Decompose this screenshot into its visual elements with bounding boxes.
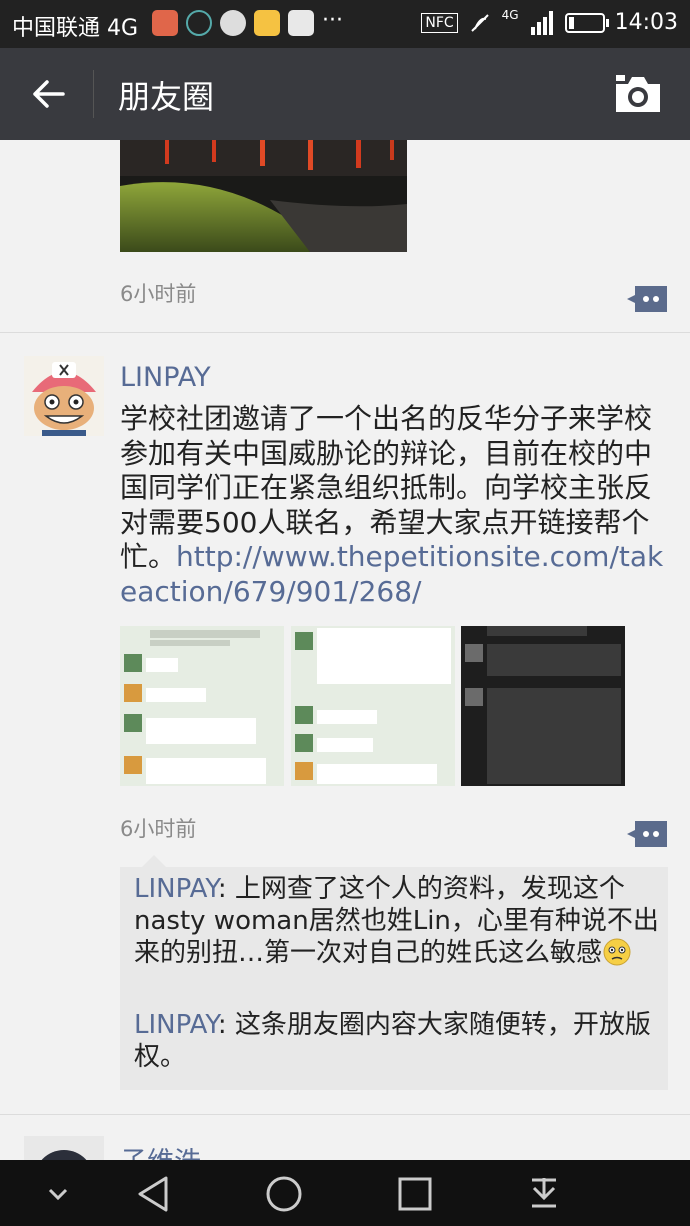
comment-author[interactable]: LINPAY xyxy=(134,1010,218,1040)
silent-icon xyxy=(470,13,489,32)
nav-recent-button[interactable] xyxy=(390,1172,438,1216)
chat-screenshot-2 xyxy=(291,626,455,786)
post-comment-button[interactable] xyxy=(627,821,667,847)
post-separator xyxy=(0,1114,690,1115)
title-bar: 朋友圈 xyxy=(0,48,690,140)
nav-notification-button[interactable] xyxy=(520,1172,568,1216)
post-text: 学校社团邀请了一个出名的反华分子来学校参加有关中国威胁论的辩论，目前在校的中国同… xyxy=(120,402,670,610)
night-scene-image xyxy=(120,140,407,252)
signal-icon xyxy=(530,10,553,35)
chat-screenshot-1 xyxy=(120,626,284,786)
comment-item[interactable]: LINPAY: 这条朋友圈内容大家随便转，开放版权。 xyxy=(134,1010,660,1073)
previous-post-image[interactable] xyxy=(120,140,407,252)
camera-button[interactable] xyxy=(614,74,662,114)
comment-author[interactable]: LINPAY xyxy=(134,874,218,904)
star-app-icon xyxy=(254,10,280,36)
map-app-icon xyxy=(288,10,314,36)
post-image-3[interactable] xyxy=(461,626,625,786)
petition-link[interactable]: http://www.thepetitionsite.com/takeactio… xyxy=(120,540,663,608)
arrow-left-icon xyxy=(33,80,65,108)
navigation-bar xyxy=(0,1160,690,1226)
post-separator xyxy=(0,332,690,333)
post-username[interactable]: LINPAY xyxy=(120,362,211,393)
nfc-icon: NFC xyxy=(421,12,458,33)
network-type-label: 4G xyxy=(501,7,519,22)
comment-separator: : xyxy=(217,1010,235,1040)
notification-down-icon xyxy=(532,1178,556,1208)
wechat-icon xyxy=(220,10,246,36)
back-button[interactable] xyxy=(28,72,68,116)
post-time: 6小时前 xyxy=(120,817,197,841)
post-image-2[interactable] xyxy=(291,626,455,786)
vpn-icon xyxy=(186,10,212,36)
chat-screenshot-3 xyxy=(461,626,625,786)
carrier-label: 中国联通 4G xyxy=(12,16,139,41)
triangle-back-icon xyxy=(138,1176,168,1212)
avatar-image xyxy=(24,1136,104,1160)
comment-dots-icon xyxy=(627,286,667,312)
title-divider xyxy=(93,70,94,118)
battery-icon xyxy=(564,12,609,33)
moments-feed[interactable]: 6小时前 LINPAY 学校社团邀请了一个出名的反华分子来学校参加有关中国威胁论… xyxy=(0,140,690,1160)
square-recent-icon xyxy=(398,1177,432,1211)
clock: 14:03 xyxy=(614,10,678,35)
camera-icon xyxy=(616,75,660,112)
comment-dots-icon xyxy=(627,821,667,847)
avatar-image xyxy=(24,356,104,436)
comment-item[interactable]: LINPAY: 上网查了这个人的资料，发现这个nasty woman居然也姓Li… xyxy=(134,874,660,970)
notification-icons: ··· xyxy=(152,10,343,36)
comment-separator: : xyxy=(217,874,235,904)
post-username[interactable]: 子维浩 xyxy=(120,1140,201,1160)
previous-post-time: 6小时前 xyxy=(120,282,197,306)
slight-frown-emoji-icon xyxy=(603,938,631,966)
page-title: 朋友圈 xyxy=(118,78,215,116)
previous-post-comment-button[interactable] xyxy=(627,286,667,312)
chevron-down-icon xyxy=(48,1188,68,1201)
app-notification-icon xyxy=(152,10,178,36)
more-dots-icon: ··· xyxy=(322,8,343,33)
avatar[interactable] xyxy=(24,356,104,436)
post-image-1[interactable] xyxy=(120,626,284,786)
comment-box: LINPAY: 上网查了这个人的资料，发现这个nasty woman居然也姓Li… xyxy=(120,855,668,1090)
circle-home-icon xyxy=(266,1176,302,1212)
status-bar: 中国联通 4G ··· NFC 4G 14:03 xyxy=(0,0,690,48)
nav-home-button[interactable] xyxy=(260,1172,308,1216)
avatar[interactable] xyxy=(24,1136,104,1160)
nav-back-button[interactable] xyxy=(130,1172,178,1216)
nav-hide-button[interactable] xyxy=(34,1172,82,1216)
